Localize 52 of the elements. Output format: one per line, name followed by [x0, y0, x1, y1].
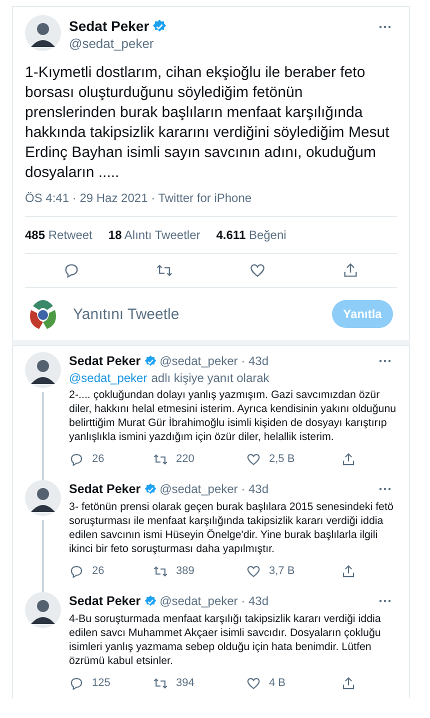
- retweet-icon[interactable]: [153, 676, 168, 690]
- retweet-icon[interactable]: [153, 452, 168, 466]
- avatar[interactable]: [25, 15, 61, 51]
- stat-link[interactable]: 485 Retweet: [25, 228, 92, 242]
- stat-link[interactable]: 18 Alıntı Tweetler: [108, 228, 200, 242]
- author-name[interactable]: Sedat Peker: [69, 482, 141, 496]
- author-handle: @sedat_peker · 43d: [160, 482, 268, 496]
- replying-to-text: adlı kişiye yanıt olarak: [151, 370, 270, 386]
- avatar[interactable]: [25, 352, 61, 388]
- more-icon[interactable]: [379, 599, 391, 603]
- share-icon[interactable]: [341, 676, 356, 690]
- like-count: 3,7 B: [269, 565, 295, 577]
- heart-icon[interactable]: [249, 262, 266, 279]
- author-name[interactable]: Sedat Peker: [69, 354, 141, 368]
- tweet-timestamp[interactable]: ÖS 4:41 · 29 Haz 2021 · Twitter for iPhone: [25, 191, 397, 217]
- more-icon[interactable]: [379, 25, 391, 29]
- share-icon[interactable]: [341, 564, 356, 578]
- like-count: 2,5 B: [269, 453, 295, 465]
- reply-icon[interactable]: [69, 564, 84, 578]
- heart-icon[interactable]: [246, 564, 261, 578]
- more-icon[interactable]: [379, 359, 391, 363]
- stat-link[interactable]: 4.611 Beğeni: [216, 228, 286, 242]
- author-handle: @sedat_peker · 43d: [160, 354, 268, 368]
- retweet-icon[interactable]: [156, 262, 173, 279]
- avatar[interactable]: [25, 480, 61, 516]
- tweet-text: 1-Kıymetli dostlarım, cihan ekşioğlu ile beraber feto borsası oluşturduğunu söylediğim fetönün prenslerinden burak başlıların menfaat karşılığında hakkında takipsizlik kararını verdiğini söylediğim Mesut Erdinç Bayhan isimli sayın savcının adını, okuduğum dosyaların .....: [25, 63, 390, 183]
- reply-count: 125: [92, 677, 110, 689]
- reply-count: 26: [92, 565, 104, 577]
- tweet-text: 2-.... çokluğundan dolayı yanlış yazmışım. Gazi savcımızdan özür diler, hakkını helal etmesini isterim. Ayrıca kendisinin yakını olduğunu belirttiğim Murat Gür İbrahimoğlu isimli kişiden de dosyayı karıştırıp yanlışlıkla ismini yazdığım için özür diler, helallik isterim.: [69, 388, 397, 444]
- reply-icon[interactable]: [63, 262, 80, 279]
- reply-icon[interactable]: [69, 676, 84, 690]
- author-handle: @sedat_peker · 43d: [160, 594, 268, 608]
- like-count: 4 B: [269, 677, 286, 689]
- reply-icon[interactable]: [69, 452, 84, 466]
- author-handle[interactable]: @sedat_peker: [69, 35, 168, 52]
- tweet-text: 4-Bu soruşturmada menfaat karşılığı takipsizlik kararı verdiği iddia edilen savcı Muhammet Akçaer isimli savcıdır. Dosyaların çokluğu isimleri yanlış yazmama sebep olduğu için hata benimdir. Lütfen özrümü kabul etsinler.: [69, 612, 382, 668]
- share-icon[interactable]: [341, 452, 356, 466]
- tweet-text: 3- fetönün prensi olarak geçen burak başlılara 2015 senesindeki fetö soruşturması ile menfaat karşılığında takipsizlik kararı verdiği iddia edilen savcının ismi Hüseyin Önelge'dir. Yine burak başlılarla ilgili ikinci bir feto soruşturması daha yapılmıştır.: [69, 500, 394, 556]
- retweet-icon[interactable]: [153, 564, 168, 578]
- retweet-count: 389: [176, 565, 194, 577]
- share-icon[interactable]: [342, 262, 359, 279]
- author-name[interactable]: Sedat Peker: [69, 594, 141, 608]
- retweet-count: 220: [176, 453, 194, 465]
- retweet-count: 394: [176, 677, 194, 689]
- reply-count: 26: [92, 453, 104, 465]
- reply-input-field[interactable]: Yanıtını Tweetle: [71, 304, 332, 324]
- avatar[interactable]: [25, 592, 61, 628]
- heart-icon[interactable]: [246, 676, 261, 690]
- thread-line: [42, 520, 44, 592]
- heart-icon[interactable]: [246, 452, 261, 466]
- author-name[interactable]: Sedat Peker: [69, 17, 150, 35]
- more-icon[interactable]: [379, 487, 391, 491]
